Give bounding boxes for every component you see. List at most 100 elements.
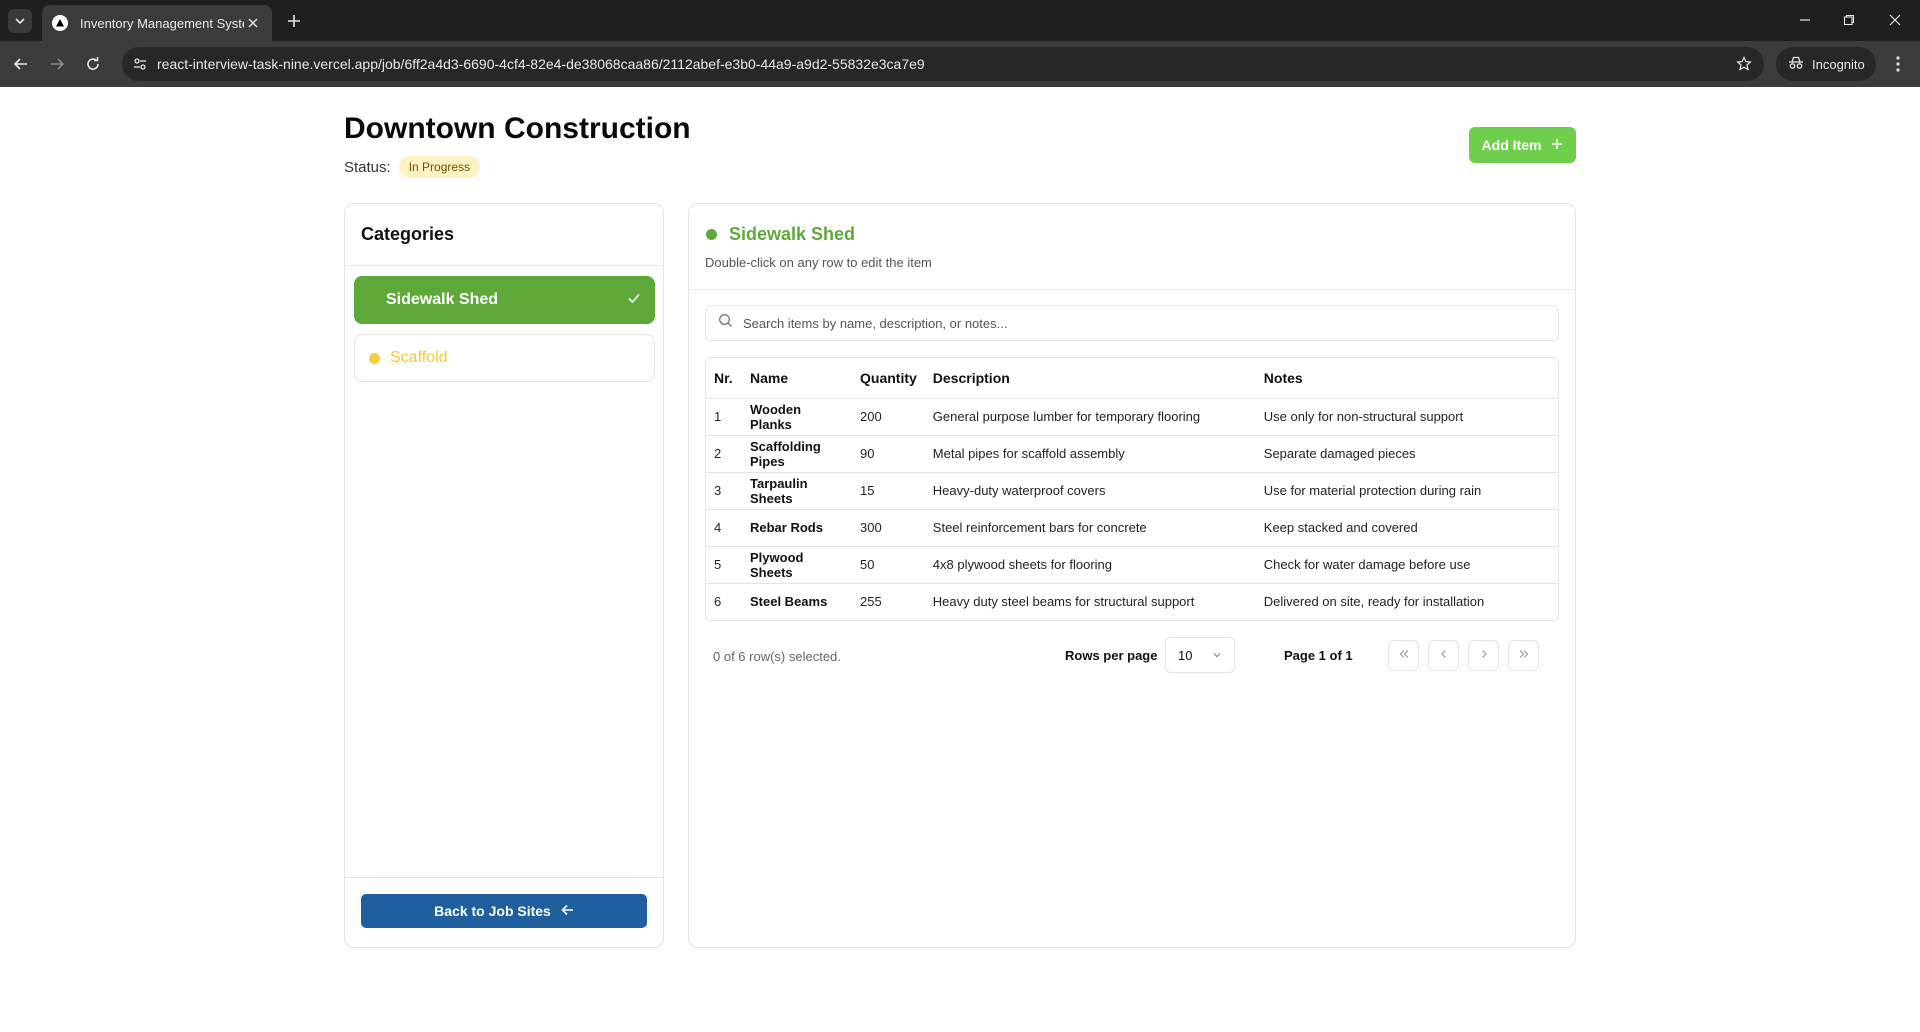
cell-notes: Keep stacked and covered (1255, 509, 1558, 547)
back-label: Back to Job Sites (434, 903, 551, 919)
cell-quantity: 50 (852, 546, 925, 584)
items-header: Sidewalk Shed Double-click on any row to… (689, 204, 1575, 290)
browser-menu-icon[interactable] (1886, 52, 1910, 76)
browser-toolbar: react-interview-task-nine.vercel.app/job… (0, 41, 1920, 87)
cell-name: Tarpaulin Sheets (742, 472, 852, 510)
cell-quantity: 255 (860, 594, 882, 610)
column-header-quantity[interactable]: Quantity (852, 358, 925, 399)
column-header-notes[interactable]: Notes (1255, 358, 1558, 399)
arrow-left-icon (561, 903, 574, 919)
chevron-right-icon (1478, 647, 1490, 665)
cell-description: 4x8 plywood sheets for flooring (924, 546, 1256, 584)
cell-quantity: 90 (852, 435, 925, 473)
category-label: Sidewalk Shed (386, 291, 499, 308)
address-bar[interactable]: react-interview-task-nine.vercel.app/job… (122, 47, 1764, 81)
last-page-button[interactable] (1508, 640, 1539, 671)
category-item-scaffold[interactable]: Scaffold (354, 334, 655, 382)
category-label: Scaffold (390, 349, 448, 366)
previous-page-button[interactable] (1428, 640, 1459, 671)
items-table: Nr. Name Quantity Description Notes 1 Wo… (705, 357, 1559, 621)
cell-notes: Separate damaged pieces (1255, 435, 1558, 473)
cell-quantity: 300 (852, 509, 925, 547)
cell-description: General purpose lumber for temporary flo… (924, 398, 1256, 436)
cell-notes: Check for water damage before use (1255, 546, 1558, 584)
cell-notes: Delivered on site, ready for installatio… (1263, 594, 1485, 610)
page-info: Page 1 of 1 (1284, 648, 1353, 663)
site-info-icon[interactable] (130, 54, 150, 74)
cell-name: Wooden Planks (742, 398, 852, 436)
close-tab-icon[interactable] (244, 14, 262, 32)
cell-name: Plywood Sheets (742, 546, 852, 584)
bookmark-star-icon[interactable] (1734, 54, 1754, 74)
categories-footer: Back to Job Sites (345, 877, 663, 947)
add-item-label: Add Item (1481, 137, 1542, 153)
cell-notes: Use only for non-structural support (1255, 398, 1558, 436)
next-page-button[interactable] (1468, 640, 1499, 671)
url-text[interactable]: react-interview-task-nine.vercel.app/job… (157, 56, 925, 72)
window-close-icon[interactable] (1882, 8, 1908, 32)
cell-nr: 5 (706, 546, 742, 584)
items-title: Sidewalk Shed (729, 224, 856, 244)
page-title: Downtown Construction (344, 112, 691, 145)
items-subtitle: Double-click on any row to edit the item (705, 255, 932, 270)
tab-title: Inventory Management System (80, 15, 244, 31)
chevrons-left-icon (1398, 647, 1410, 665)
cell-name: Steel Beams (750, 594, 828, 610)
check-icon (627, 291, 641, 310)
cell-notes: Use for material protection during rain (1255, 472, 1558, 510)
plus-icon (1551, 137, 1563, 153)
chevron-left-icon (1438, 647, 1450, 665)
browser-tab[interactable]: Inventory Management System (42, 5, 272, 41)
cell-nr: 4 (706, 509, 742, 547)
table-row[interactable]: 4 Rebar Rods 300 Steel reinforcement bar… (706, 509, 1558, 547)
tab-search-chevron-icon[interactable] (8, 9, 32, 33)
categories-header: Categories (345, 204, 663, 266)
column-header-description[interactable]: Description (924, 358, 1256, 399)
cell-nr: 6 (714, 594, 722, 610)
rows-per-page-value: 10 (1178, 647, 1193, 663)
rows-per-page-select[interactable]: 10 (1165, 637, 1235, 673)
add-item-button[interactable]: Add Item (1469, 127, 1576, 163)
column-header-name[interactable]: Name (742, 358, 852, 399)
vercel-triangle-icon (52, 15, 68, 31)
search-icon (718, 313, 733, 333)
table-row[interactable]: 3 Tarpaulin Sheets 15 Heavy-duty waterpr… (706, 472, 1558, 510)
categories-panel: Categories Sidewalk Shed Scaffold Back t… (344, 203, 664, 948)
chevron-down-icon (1212, 648, 1222, 663)
table-row[interactable]: 1 Wooden Planks 200 General purpose lumb… (706, 398, 1558, 436)
forward-arrow-icon[interactable] (44, 51, 70, 77)
new-tab-plus-icon[interactable] (282, 9, 306, 33)
back-to-job-sites-button[interactable]: Back to Job Sites (361, 894, 647, 928)
cell-name: Scaffolding Pipes (742, 435, 852, 473)
reload-icon[interactable] (80, 51, 106, 77)
incognito-indicator[interactable]: Incognito (1776, 47, 1876, 81)
minimize-icon[interactable] (1792, 8, 1818, 32)
table-row[interactable]: 6 Steel Beams 255 Heavy duty steel beams… (706, 583, 1558, 620)
items-panel: Sidewalk Shed Double-click on any row to… (688, 203, 1576, 948)
restore-icon[interactable] (1836, 8, 1862, 32)
cell-quantity: 15 (852, 472, 925, 510)
status-row: Status: In Progress (344, 156, 481, 178)
incognito-icon (1788, 56, 1804, 73)
search-input[interactable] (743, 315, 1558, 331)
chevrons-right-icon (1518, 647, 1530, 665)
browser-tab-bar: Inventory Management System (0, 0, 1920, 41)
cell-description: Heavy duty steel beams for structural su… (932, 594, 1195, 610)
table-row[interactable]: 5 Plywood Sheets 50 4x8 plywood sheets f… (706, 546, 1558, 584)
cell-description: Heavy-duty waterproof covers (924, 472, 1256, 510)
status-label: Status: (344, 158, 391, 176)
cell-nr: 1 (706, 398, 742, 436)
cell-quantity: 200 (852, 398, 925, 436)
cell-description: Steel reinforcement bars for concrete (924, 509, 1256, 547)
cell-name: Rebar Rods (742, 509, 852, 547)
rows-per-page-label: Rows per page (1065, 648, 1158, 663)
search-field[interactable] (705, 305, 1559, 341)
category-dot-icon (706, 229, 717, 240)
selection-info: 0 of 6 row(s) selected. (713, 649, 841, 664)
table-row[interactable]: 2 Scaffolding Pipes 90 Metal pipes for s… (706, 435, 1558, 473)
column-header-nr[interactable]: Nr. (706, 358, 742, 399)
table-header-row: Nr. Name Quantity Description Notes (706, 358, 1558, 399)
category-item-sidewalk-shed[interactable]: Sidewalk Shed (354, 276, 655, 324)
back-arrow-icon[interactable] (8, 51, 34, 77)
first-page-button[interactable] (1388, 640, 1419, 671)
